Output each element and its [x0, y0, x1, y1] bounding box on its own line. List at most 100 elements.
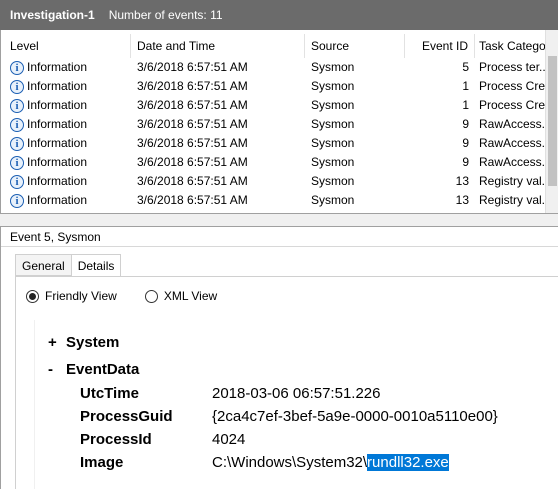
- friendly-view-label[interactable]: Friendly View: [45, 289, 117, 303]
- source-cell: Sysmon: [311, 174, 355, 188]
- event-id-cell: 9: [462, 117, 469, 131]
- field-value-processguid: {2ca4c7ef-3bef-5a9e-0000-0010a5110e00}: [212, 408, 498, 425]
- information-icon: i: [10, 155, 24, 170]
- collapse-toggle[interactable]: -: [48, 361, 66, 378]
- pane-splitter[interactable]: [0, 214, 558, 226]
- log-title-bar: Investigation-1 Number of events: 11: [0, 0, 558, 30]
- log-title: Investigation-1: [10, 8, 95, 22]
- level-cell: i Information: [1, 58, 131, 77]
- column-header-event-id[interactable]: Event ID: [405, 34, 475, 58]
- information-icon: i: [10, 79, 24, 94]
- date-cell: 3/6/2018 6:57:51 AM: [137, 79, 248, 93]
- source-cell: Sysmon: [311, 98, 355, 112]
- table-row[interactable]: i Information 3/6/2018 6:57:51 AM Sysmon …: [1, 115, 558, 134]
- tab-details[interactable]: Details: [70, 254, 122, 277]
- level-text: Information: [27, 79, 88, 93]
- date-cell: 3/6/2018 6:57:51 AM: [137, 60, 248, 74]
- event-id-cell: 5: [462, 60, 469, 74]
- details-tab-body: Friendly View XML View + System - EventD…: [15, 276, 558, 489]
- table-row[interactable]: i Information 3/6/2018 6:57:51 AM Sysmon …: [1, 96, 558, 115]
- source-cell: Sysmon: [311, 136, 355, 150]
- event-count: Number of events: 11: [108, 8, 223, 22]
- table-row[interactable]: i Information 3/6/2018 6:57:51 AM Sysmon …: [1, 191, 558, 210]
- table-row[interactable]: i Information 3/6/2018 6:57:51 AM Sysmon …: [1, 58, 558, 77]
- column-header-source[interactable]: Source: [305, 34, 405, 58]
- level-text: Information: [27, 117, 88, 131]
- date-cell: 3/6/2018 6:57:51 AM: [137, 155, 248, 169]
- level-cell: i Information: [1, 172, 131, 191]
- field-name-processid: ProcessId: [80, 431, 152, 448]
- field-name-processguid: ProcessGuid: [80, 408, 173, 425]
- system-node[interactable]: + System: [48, 334, 119, 351]
- tab-general[interactable]: General: [15, 254, 72, 276]
- information-icon: i: [10, 60, 24, 75]
- table-row[interactable]: i Information 3/6/2018 6:57:51 AM Sysmon …: [1, 134, 558, 153]
- level-text: Information: [27, 60, 88, 74]
- level-text: Information: [27, 98, 88, 112]
- level-text: Information: [27, 155, 88, 169]
- xml-view-option[interactable]: XML View: [144, 289, 217, 303]
- event-id-cell: 13: [455, 193, 469, 207]
- field-value-processid: 4024: [212, 431, 246, 448]
- information-icon: i: [10, 98, 24, 113]
- information-icon: i: [10, 136, 24, 151]
- information-icon: i: [10, 174, 24, 189]
- event-list[interactable]: Level Date and Time Source Event ID Task…: [0, 30, 558, 214]
- event-id-cell: 13: [455, 174, 469, 188]
- level-text: Information: [27, 193, 88, 207]
- system-node-label: System: [66, 334, 120, 351]
- table-row[interactable]: i Information 3/6/2018 6:57:51 AM Sysmon …: [1, 153, 558, 172]
- level-text: Information: [27, 174, 88, 188]
- information-icon: i: [10, 117, 24, 132]
- event-list-scrollbar[interactable]: [545, 30, 558, 213]
- friendly-view-content: + System - EventData UtcTime 2018-03-06 …: [34, 320, 558, 489]
- event-detail-pane: Event 5, Sysmon General Details Friendly…: [0, 226, 558, 489]
- level-cell: i Information: [1, 96, 131, 115]
- event-id-cell: 9: [462, 155, 469, 169]
- date-cell: 3/6/2018 6:57:51 AM: [137, 193, 248, 207]
- source-cell: Sysmon: [311, 60, 355, 74]
- friendly-view-option[interactable]: Friendly View: [26, 289, 117, 303]
- event-detail-header: Event 5, Sysmon: [1, 227, 558, 247]
- event-id-cell: 1: [462, 98, 469, 112]
- column-header-date[interactable]: Date and Time: [131, 34, 305, 58]
- date-cell: 3/6/2018 6:57:51 AM: [137, 117, 248, 131]
- event-id-cell: 9: [462, 136, 469, 150]
- source-cell: Sysmon: [311, 155, 355, 169]
- source-cell: Sysmon: [311, 117, 355, 131]
- view-mode-options: Friendly View XML View: [26, 289, 245, 303]
- scrollbar-thumb[interactable]: [548, 56, 557, 186]
- level-cell: i Information: [1, 191, 131, 210]
- field-name-utctime: UtcTime: [80, 385, 139, 402]
- table-row[interactable]: i Information 3/6/2018 6:57:51 AM Sysmon …: [1, 172, 558, 191]
- column-header-task-category[interactable]: Task Catego...: [475, 34, 546, 58]
- event-id-cell: 1: [462, 79, 469, 93]
- table-row[interactable]: i Information 3/6/2018 6:57:51 AM Sysmon …: [1, 77, 558, 96]
- field-value-image[interactable]: C:\Windows\System32\rundll32.exe: [212, 454, 449, 471]
- event-rows: i Information 3/6/2018 6:57:51 AM Sysmon …: [1, 58, 558, 210]
- column-header-level[interactable]: Level: [1, 34, 131, 58]
- expand-toggle[interactable]: +: [48, 334, 66, 351]
- level-cell: i Information: [1, 115, 131, 134]
- date-cell: 3/6/2018 6:57:51 AM: [137, 98, 248, 112]
- xml-view-label[interactable]: XML View: [164, 289, 217, 303]
- field-value-utctime: 2018-03-06 06:57:51.226: [212, 385, 381, 402]
- xml-view-radio[interactable]: [144, 289, 158, 303]
- source-cell: Sysmon: [311, 193, 355, 207]
- level-cell: i Information: [1, 153, 131, 172]
- date-cell: 3/6/2018 6:57:51 AM: [137, 174, 248, 188]
- image-path-prefix: C:\Windows\System32\: [212, 454, 368, 471]
- information-icon: i: [10, 193, 24, 208]
- level-text: Information: [27, 136, 88, 150]
- eventdata-node[interactable]: - EventData: [48, 361, 139, 378]
- detail-tabs: General Details: [15, 254, 122, 277]
- selected-text[interactable]: rundll32.exe: [367, 454, 449, 471]
- field-name-image: Image: [80, 454, 124, 471]
- level-cell: i Information: [1, 77, 131, 96]
- date-cell: 3/6/2018 6:57:51 AM: [137, 136, 248, 150]
- eventdata-node-label: EventData: [66, 361, 140, 378]
- source-cell: Sysmon: [311, 79, 355, 93]
- friendly-view-radio[interactable]: [26, 289, 39, 303]
- event-list-header: Level Date and Time Source Event ID Task…: [1, 34, 558, 58]
- level-cell: i Information: [1, 134, 131, 153]
